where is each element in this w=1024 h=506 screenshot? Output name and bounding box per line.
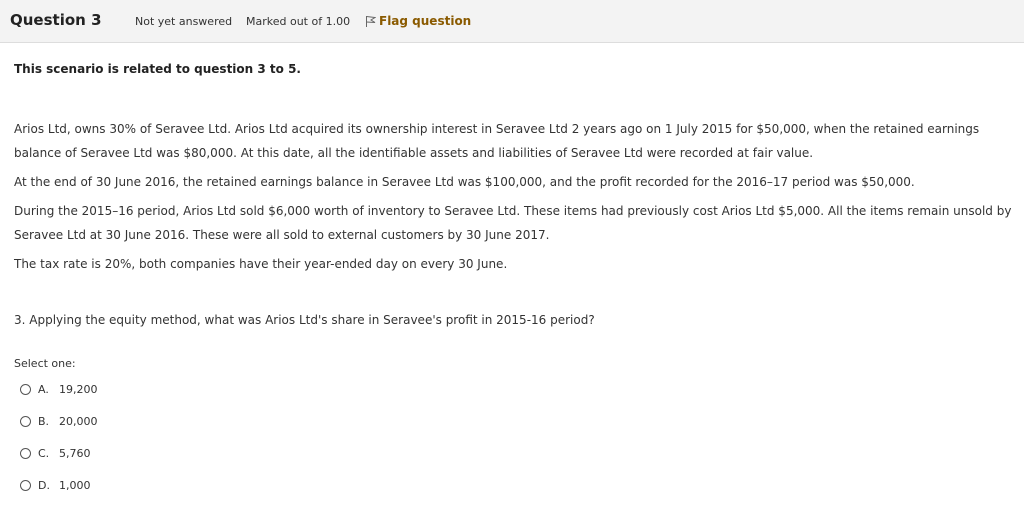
answer-option-d[interactable]: D. 1,000 (20, 477, 91, 493)
option-value: 19,200 (59, 382, 98, 396)
answer-option-c[interactable]: C. 5,760 (20, 445, 91, 461)
question-text: 3. Applying the equity method, what was … (14, 313, 595, 327)
select-one-label: Select one: (14, 357, 76, 370)
flag-icon (365, 15, 376, 27)
option-letter: C. (38, 446, 50, 460)
option-letter: A. (38, 382, 49, 396)
flag-question-label: Flag question (379, 14, 472, 28)
option-value: 5,760 (59, 446, 91, 460)
scenario-paragraph: Arios Ltd, owns 30% of Seravee Ltd. Ario… (14, 122, 980, 160)
scenario-paragraph: During the 2015–16 period, Arios Ltd sol… (14, 204, 1012, 242)
scenario-intro: This scenario is related to question 3 t… (14, 62, 301, 76)
option-letter: B. (38, 414, 50, 428)
question-label: Question (10, 11, 86, 29)
question-number: 3 (91, 11, 102, 29)
question-info-header: Question 3 Not yet answered Marked out o… (0, 0, 1024, 43)
answer-option-a[interactable]: A. 19,200 (20, 381, 98, 397)
radio-unchecked-icon[interactable] (20, 479, 31, 491)
flag-question-button[interactable]: Flag question (365, 14, 471, 28)
radio-unchecked-icon[interactable] (20, 447, 31, 459)
question-title: Question 3 (10, 11, 102, 29)
option-value: 1,000 (59, 478, 91, 492)
option-letter: D. (38, 478, 50, 492)
scenario-paragraph: At the end of 30 June 2016, the retained… (14, 175, 915, 189)
question-marks: Marked out of 1.00 (246, 15, 351, 28)
answer-option-b[interactable]: B. 20,000 (20, 413, 98, 429)
option-value: 20,000 (59, 414, 98, 428)
scenario-paragraph: The tax rate is 20%, both companies have… (14, 257, 508, 271)
radio-unchecked-icon[interactable] (20, 383, 31, 395)
answer-status: Not yet answered (135, 15, 233, 28)
radio-unchecked-icon[interactable] (20, 415, 31, 427)
